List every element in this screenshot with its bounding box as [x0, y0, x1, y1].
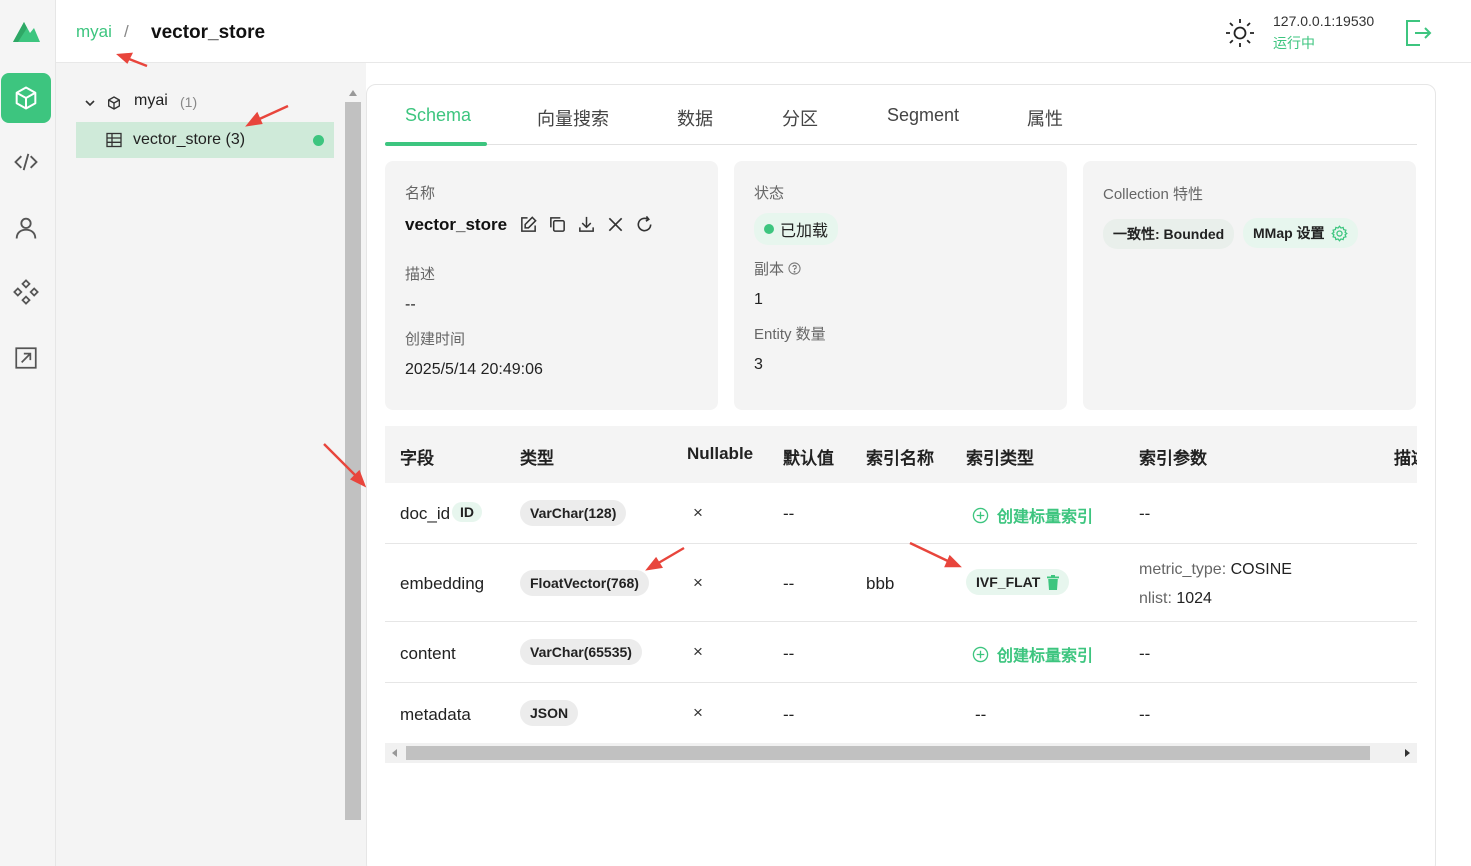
annotation-arrow [645, 546, 685, 571]
annotation-arrow [323, 443, 367, 488]
annotation-arrow [245, 104, 289, 127]
annotation-arrow [116, 52, 148, 68]
annotation-arrows [116, 52, 962, 571]
annotation-arrow [909, 541, 962, 568]
